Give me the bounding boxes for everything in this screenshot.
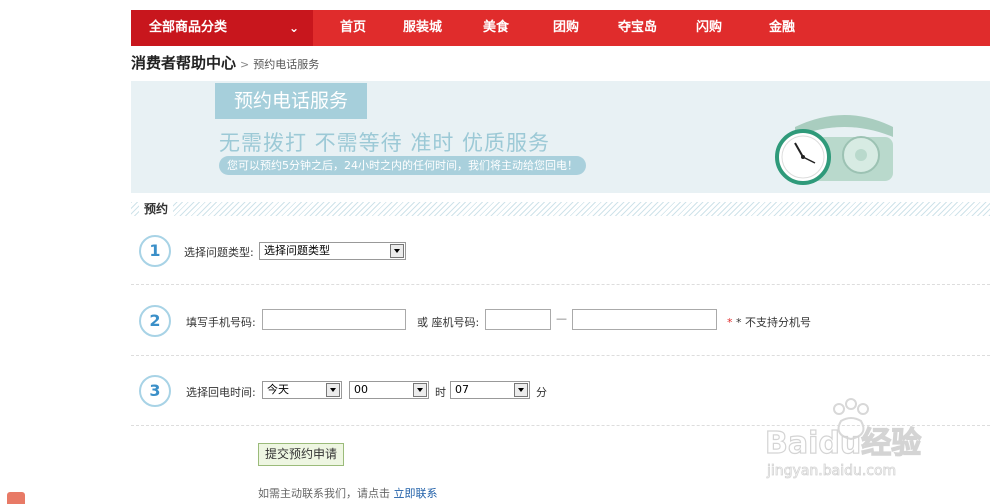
nav-item-clothing[interactable]: 服装城 <box>403 10 442 46</box>
corner-app-icon[interactable] <box>7 492 25 504</box>
minute-value: 07 <box>455 383 469 396</box>
contact-hint: 如需主动联系我们，请点击 立即联系 <box>258 485 438 501</box>
hour-unit: 时 <box>435 386 446 399</box>
mobile-input[interactable] <box>262 309 406 330</box>
callback-time-label: 选择回电时间: <box>186 386 256 399</box>
problem-type-select[interactable]: 选择问题类型 <box>259 242 406 260</box>
submit-appointment-button[interactable]: 提交预约申请 <box>258 443 344 466</box>
minute-unit: 分 <box>536 386 547 399</box>
problem-type-value: 选择问题类型 <box>264 244 330 257</box>
step-number-1: 1 <box>139 235 171 267</box>
banner-tag: 预约电话服务 <box>215 83 367 119</box>
select-arrow-icon <box>514 383 528 397</box>
category-menu-label: 全部商品分类 <box>149 20 228 35</box>
select-arrow-icon <box>413 383 427 397</box>
divider <box>131 284 990 285</box>
watermark-url: jingyan.baidu.com <box>766 463 896 479</box>
nav-item-food[interactable]: 美食 <box>483 10 509 46</box>
category-menu-button[interactable]: 全部商品分类 ⌄ <box>131 10 313 46</box>
breadcrumb: 消费者帮助中心 > 预约电话服务 <box>131 53 319 73</box>
nav-item-finance[interactable]: 金融 <box>769 10 795 46</box>
select-arrow-icon <box>326 383 340 397</box>
breadcrumb-current: 预约电话服务 <box>253 58 320 71</box>
step-number-2: 2 <box>139 305 171 337</box>
nav-item-home[interactable]: 首页 <box>340 10 366 46</box>
extension-note: * * 不支持分机号 <box>727 316 811 329</box>
service-banner: 预约电话服务 无需拨打 不需等待 准时 优质服务 您可以预约5分钟之后，24小时… <box>131 81 990 193</box>
mobile-label: 填写手机号码: <box>186 316 256 329</box>
step-number-3: 3 <box>139 375 171 407</box>
nav-item-groupbuy[interactable]: 团购 <box>553 10 579 46</box>
telephone-clock-illustration <box>775 115 893 185</box>
landline-label: 或 座机号码: <box>417 316 480 329</box>
contact-now-link[interactable]: 立即联系 <box>394 487 438 500</box>
step-problem-type: 1 选择问题类型: 选择问题类型 <box>131 235 990 295</box>
divider <box>131 355 990 356</box>
nav-item-flashsale[interactable]: 闪购 <box>696 10 722 46</box>
top-nav: 全部商品分类 ⌄ 首页 服装城 美食 团购 夺宝岛 闪购 金融 <box>131 10 990 46</box>
banner-subline: 您可以预约5分钟之后，24小时之内的任何时间，我们将主动给您回电！ <box>219 156 586 175</box>
section-header: 预约 <box>131 202 990 216</box>
area-code-input[interactable] <box>485 309 551 330</box>
landline-input[interactable] <box>572 309 717 330</box>
nav-item-treasure[interactable]: 夺宝岛 <box>618 10 657 46</box>
contact-hint-text: 如需主动联系我们，请点击 <box>258 487 390 500</box>
extension-note-text: * 不支持分机号 <box>736 316 811 329</box>
section-stripes <box>131 202 990 216</box>
hour-select[interactable]: 00 <box>349 381 429 399</box>
hour-value: 00 <box>354 383 368 396</box>
day-select[interactable]: 今天 <box>262 381 342 399</box>
select-arrow-icon <box>390 244 404 258</box>
minute-select[interactable]: 07 <box>450 381 530 399</box>
banner-headline: 无需拨打 不需等待 准时 优质服务 <box>219 131 551 155</box>
dash-separator: — <box>556 312 567 325</box>
breadcrumb-separator: > <box>240 58 250 71</box>
page-title[interactable]: 消费者帮助中心 <box>131 54 236 72</box>
watermark-brand: Baidu经验 <box>765 426 921 461</box>
problem-type-label: 选择问题类型: <box>184 246 254 259</box>
step-phone-number: 2 填写手机号码: 或 座机号码: — * * 不支持分机号 <box>131 305 990 365</box>
section-title: 预约 <box>139 202 174 216</box>
day-value: 今天 <box>267 383 289 396</box>
chevron-down-icon: ⌄ <box>288 21 299 35</box>
baidu-watermark: Baidu经验 jingyan.baidu.com <box>765 398 922 479</box>
